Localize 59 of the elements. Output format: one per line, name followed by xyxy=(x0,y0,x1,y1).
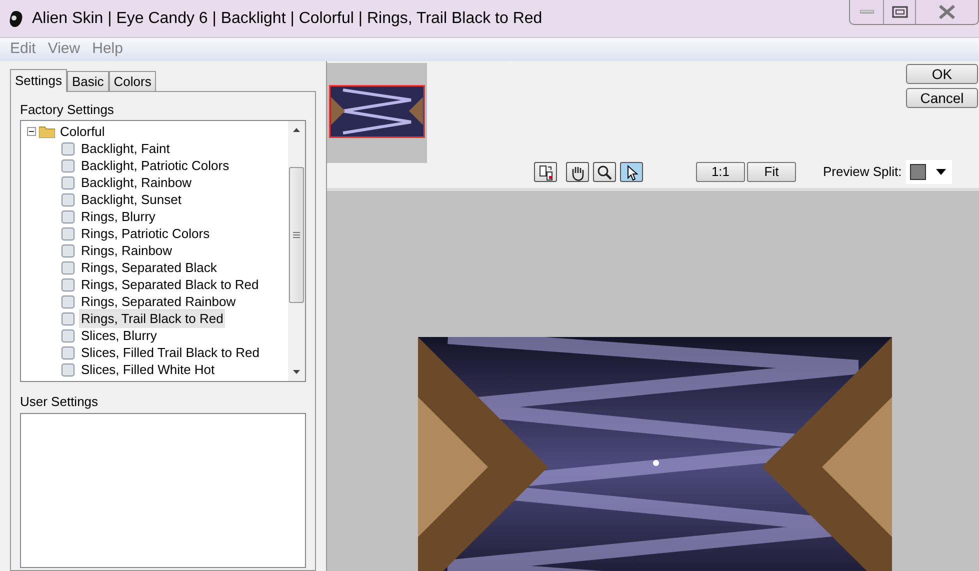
tree-item[interactable]: Rings, Rainbow xyxy=(79,240,174,260)
preview-split-label: Preview Split: xyxy=(823,163,902,182)
preset-icon xyxy=(61,260,75,274)
dialog-button[interactable]: OK xyxy=(906,64,978,84)
preset-icon xyxy=(61,312,75,326)
tool-button[interactable] xyxy=(620,162,643,182)
tree-item[interactable]: Slices, Filled Trail Black to Red xyxy=(79,342,262,362)
maximize-icon xyxy=(892,6,908,18)
folder-icon xyxy=(39,125,55,138)
tree-item[interactable]: Rings, Separated Rainbow xyxy=(79,292,238,312)
tree-item[interactable]: Backlight, Rainbow xyxy=(79,172,194,192)
minimize-icon xyxy=(860,10,874,14)
tab[interactable]: Colors xyxy=(108,71,156,91)
app-logo-icon xyxy=(8,10,24,28)
close-icon xyxy=(938,5,956,19)
zoom-button[interactable]: 1:1 xyxy=(696,162,745,182)
tree-item[interactable]: Backlight, Sunset xyxy=(79,190,184,210)
preset-icon xyxy=(61,278,75,292)
tree-item[interactable]: Colorful xyxy=(60,122,105,142)
dropdown-caret-icon xyxy=(936,169,946,175)
tab[interactable]: Settings xyxy=(10,69,67,92)
swap-icon xyxy=(537,164,554,180)
dialog-button[interactable]: Cancel xyxy=(906,88,978,108)
tree-item[interactable]: Rings, Blurry xyxy=(79,206,158,226)
tool-button[interactable] xyxy=(566,162,589,182)
preset-icon xyxy=(61,176,75,190)
preset-icon xyxy=(61,226,75,240)
user-settings-label: User Settings xyxy=(20,394,100,410)
tree-item[interactable]: Rings, Trail Black to Red xyxy=(79,308,226,328)
tree-item[interactable]: Backlight, Faint xyxy=(79,138,172,158)
zoom-button[interactable]: Fit xyxy=(747,162,796,182)
tab[interactable]: Basic xyxy=(66,71,109,91)
preset-icon xyxy=(61,346,75,360)
preset-icon xyxy=(61,142,75,156)
preset-icon xyxy=(61,210,75,224)
tree-item[interactable]: Rings, Separated Black to Red xyxy=(79,274,261,294)
split-swatch-icon xyxy=(910,164,926,180)
preset-icon xyxy=(61,244,75,258)
tool-button[interactable] xyxy=(534,162,557,182)
factory-settings-label: Factory Settings xyxy=(20,102,115,118)
collapse-icon[interactable] xyxy=(27,127,36,136)
preset-icon xyxy=(61,158,75,172)
preset-icon xyxy=(61,328,75,342)
window-title: Alien Skin | Eye Candy 6 | Backlight | Colorful | Rings, Trail Black to Red xyxy=(32,8,542,28)
preview-split-dropdown[interactable] xyxy=(906,160,952,184)
tree-item[interactable]: Slices, Filled White Hot xyxy=(79,360,217,380)
magnifier-icon xyxy=(596,164,613,180)
tree-item[interactable]: Backlight, Patriotic Colors xyxy=(79,156,232,176)
tool-button[interactable] xyxy=(593,162,616,182)
preset-icon xyxy=(61,192,75,206)
tree-item[interactable]: Slices, Blurry xyxy=(79,326,159,346)
tree-item[interactable]: Rings, Separated Black xyxy=(79,258,219,278)
thumbnail-drawing[interactable] xyxy=(329,85,425,138)
preset-icon xyxy=(61,362,75,376)
scroll-thumb[interactable] xyxy=(289,167,304,303)
preset-icon xyxy=(61,294,75,308)
grip-icon xyxy=(293,232,300,238)
tree-item[interactable]: Rings, Patriotic Colors xyxy=(79,224,212,244)
scrollbar[interactable] xyxy=(288,121,305,381)
